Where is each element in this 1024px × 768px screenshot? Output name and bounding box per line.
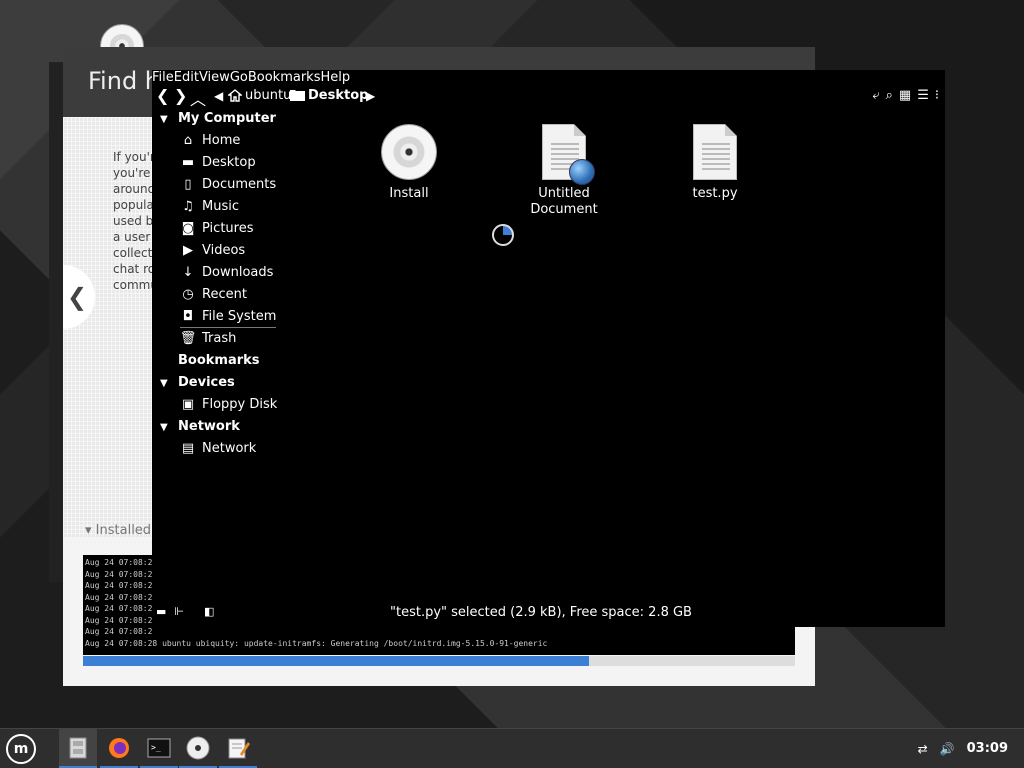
taskbar: m >_ ⇄ 🔊 03:09 xyxy=(0,728,1024,768)
sidebar-item-pictures[interactable]: ◙ Pictures xyxy=(180,218,254,240)
install-progress-bar xyxy=(83,656,795,666)
folder-icon: ▬ xyxy=(181,155,195,170)
sidebar-section-devices[interactable]: ▼ Devices xyxy=(160,372,235,394)
sidebar-item-home[interactable]: ⌂ Home xyxy=(180,130,241,152)
download-icon: ↓ xyxy=(182,265,194,280)
file-install[interactable]: Install xyxy=(349,124,469,202)
show-places-icon[interactable]: ▬ xyxy=(156,605,166,618)
video-icon: ▶ xyxy=(183,243,193,258)
sidebar-item-floppy-disk[interactable]: ▣ Floppy Disk xyxy=(180,394,277,416)
document-icon: ▯ xyxy=(184,177,192,192)
home-icon: ⌂ xyxy=(183,133,193,148)
file-cabinet-icon xyxy=(69,737,87,759)
background-window-edge xyxy=(49,62,63,582)
taskbar-firefox[interactable] xyxy=(100,729,138,768)
document-globe-icon xyxy=(542,124,595,185)
installed-expander[interactable]: ▾ Installed xyxy=(85,523,151,538)
file-test-py[interactable]: test.py xyxy=(655,124,775,202)
disc-icon xyxy=(381,124,437,180)
show-treeview-icon[interactable]: ⊩ xyxy=(174,605,184,618)
status-text: "test.py" selected (2.9 kB), Free space:… xyxy=(390,605,692,620)
home-icon xyxy=(227,89,243,102)
forward-button[interactable]: ❯ xyxy=(174,86,187,105)
mint-menu-button[interactable]: m xyxy=(6,734,36,764)
sidebar-item-videos[interactable]: ▶ Videos xyxy=(180,240,245,262)
text-file-icon xyxy=(693,124,737,180)
compact-view-icon[interactable]: ⁝ xyxy=(935,88,939,103)
breadcrumb-desktop[interactable]: Desktop xyxy=(308,88,368,103)
file-manager-window: File Edit View Go Bookmarks Help ❮ ❯ ︿ ◀… xyxy=(152,70,945,627)
sidebar-item-network[interactable]: ▤ Network xyxy=(180,438,256,460)
sidebar-section-bookmarks[interactable]: Bookmarks xyxy=(178,350,260,372)
trash-icon: 🗑 xyxy=(179,331,197,346)
breadcrumb-left-icon[interactable]: ◀ xyxy=(214,89,223,103)
taskbar-installer[interactable] xyxy=(179,729,217,768)
location-toggle-icon[interactable]: ⤶ xyxy=(872,88,879,103)
slideshow-text: If you'r you're l around popular used by… xyxy=(113,150,153,292)
sidebar-item-trash[interactable]: 🗑 Trash xyxy=(179,328,237,350)
icon-view-icon[interactable]: ▦ xyxy=(899,88,911,103)
sidebar-item-recent[interactable]: ◷ Recent xyxy=(180,284,247,306)
hide-sidebar-icon[interactable]: ◧ xyxy=(204,605,214,618)
clock[interactable]: 03:09 xyxy=(967,741,1008,756)
taskbar-file-manager[interactable] xyxy=(59,729,97,768)
sidebar-item-desktop[interactable]: ▬ Desktop xyxy=(180,152,256,174)
terminal-icon: >_ xyxy=(147,738,171,758)
install-progress-fill xyxy=(83,656,589,666)
file-untitled-document[interactable]: Untitled Document xyxy=(504,124,624,218)
up-button[interactable]: ︿ xyxy=(190,86,206,110)
volume-icon[interactable]: 🔊 xyxy=(940,742,955,756)
svg-text:>_: >_ xyxy=(151,743,161,752)
taskbar-text-editor[interactable] xyxy=(219,729,257,768)
camera-icon: ◙ xyxy=(181,221,195,236)
clock-icon: ◷ xyxy=(182,287,194,302)
sidebar-item-documents[interactable]: ▯ Documents xyxy=(180,174,276,196)
network-icon: ▤ xyxy=(181,441,195,456)
folder-icon xyxy=(290,89,305,101)
list-view-icon[interactable]: ☰ xyxy=(917,88,929,103)
breadcrumb-ubuntu[interactable]: ubuntu xyxy=(245,88,291,103)
toolbar: ❮ ❯ ︿ ◀ ubuntu Desktop ▶ ⤶ ⌕ ▦ ☰ ⁝ xyxy=(152,86,945,110)
floppy-icon: ▣ xyxy=(181,397,195,412)
sidebar-section-my-computer[interactable]: ▼ My Computer xyxy=(160,108,276,130)
disc-icon xyxy=(186,736,210,760)
network-disconnected-icon[interactable]: ⇄ xyxy=(918,742,928,756)
loading-spinner-icon xyxy=(492,224,514,246)
status-bar: ▬ ⊩ ◧ "test.py" selected (2.9 kB), Free … xyxy=(152,601,945,627)
sidebar-item-downloads[interactable]: ↓ Downloads xyxy=(180,262,274,284)
drive-icon: ◘ xyxy=(182,308,194,324)
sidebar-item-file-system[interactable]: ◘ File System xyxy=(180,306,277,328)
system-tray: ⇄ 🔊 03:09 xyxy=(918,741,1008,756)
text-editor-icon xyxy=(228,738,250,759)
music-icon: ♫ xyxy=(182,199,194,214)
search-icon[interactable]: ⌕ xyxy=(886,88,893,103)
firefox-icon xyxy=(109,738,129,758)
sidebar-item-music[interactable]: ♫ Music xyxy=(180,196,239,218)
sidebar-section-network[interactable]: ▼ Network xyxy=(160,416,240,438)
breadcrumb-right-icon[interactable]: ▶ xyxy=(366,89,375,103)
installer-title: Find h xyxy=(88,67,161,95)
taskbar-terminal[interactable]: >_ xyxy=(140,729,178,768)
back-button[interactable]: ❮ xyxy=(156,86,169,105)
